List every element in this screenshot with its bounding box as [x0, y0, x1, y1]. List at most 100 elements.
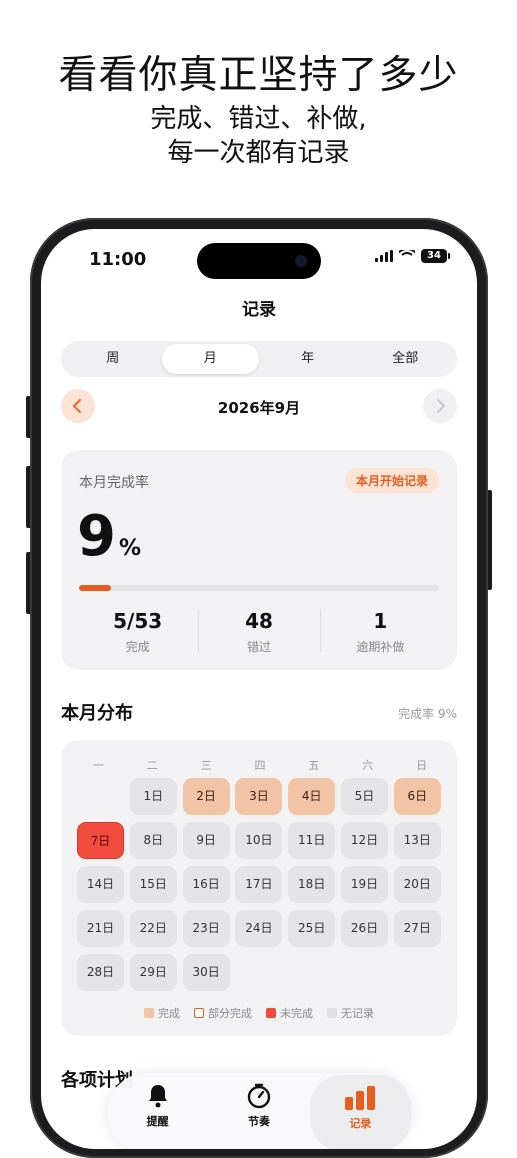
legend-swatch	[327, 1008, 337, 1018]
tab-label: 节奏	[247, 1115, 270, 1128]
legend-label: 无记录	[341, 1007, 374, 1020]
legend-item-none: 无记录	[327, 1005, 374, 1021]
stat-completed: 5/53 完成	[77, 608, 198, 656]
weekday-label: 六	[362, 759, 374, 772]
month-label: 2026年9月	[217, 399, 301, 417]
weekday-label: 三	[200, 759, 212, 772]
dynamic-island	[197, 243, 321, 279]
calendar-day[interactable]: 18日	[288, 866, 336, 903]
calendar-day[interactable]: 14日	[77, 866, 124, 903]
summary-label: 本月完成率	[79, 475, 149, 491]
legend-item-partial: 部分完成	[194, 1005, 252, 1021]
calendar-legend: 完成 部分完成 未完成 无记录	[61, 1005, 457, 1021]
month-navigator: 2026年9月	[61, 389, 457, 423]
status-icons: 34	[375, 249, 450, 263]
calendar-day[interactable]: 8日	[129, 822, 177, 859]
stat-missed: 48 错过	[198, 608, 319, 656]
stat-value: 48	[245, 609, 273, 633]
calendar-day[interactable]: 19日	[341, 866, 388, 903]
weekday-label: 一	[92, 759, 104, 772]
calendar-day[interactable]: 17日	[235, 866, 283, 903]
calendar-day[interactable]: 30日	[182, 954, 230, 991]
distribution-rate: 完成率 9%	[398, 707, 457, 721]
calendar-day[interactable]: 15日	[129, 866, 177, 903]
completion-progress-bar	[79, 585, 439, 591]
promo-headline: 看看你真正坚持了多少	[58, 53, 459, 98]
bell-icon	[148, 1085, 167, 1108]
calendar-day[interactable]: 24日	[235, 910, 283, 947]
promo-subtitle: 完成、错过、补做, 每一次都有记录	[0, 102, 517, 170]
tab-label: 提醒	[146, 1115, 169, 1128]
camera-icon	[295, 255, 307, 267]
legend-item-done: 完成	[144, 1005, 180, 1021]
stat-value: 1	[373, 609, 388, 633]
segment-all[interactable]: 全部	[357, 344, 455, 374]
stat-label: 完成	[125, 640, 150, 654]
calendar-day[interactable]: 2日	[182, 778, 230, 815]
calendar-day[interactable]: 16日	[182, 866, 230, 903]
period-segmented-control: 周 月 年 全部	[61, 341, 457, 377]
calendar-day[interactable]: 12日	[341, 822, 388, 859]
bar-chart-icon	[345, 1086, 376, 1110]
calendar-day[interactable]: 27日	[393, 910, 441, 947]
tab-label: 记录	[349, 1117, 372, 1130]
calendar-day[interactable]: 21日	[77, 910, 124, 947]
weekday-label: 四	[254, 759, 266, 772]
calendar-day[interactable]: 7日	[77, 822, 124, 859]
start-record-badge: 本月开始记录	[344, 468, 439, 493]
calendar-day[interactable]: 11日	[288, 822, 336, 859]
wifi-icon	[399, 250, 415, 262]
tab-records[interactable]: 记录	[309, 1075, 411, 1149]
legend-label: 未完成	[280, 1007, 313, 1020]
weekday-label: 日	[416, 759, 428, 772]
stat-label: 错过	[246, 640, 271, 654]
legend-swatch	[194, 1008, 204, 1018]
distribution-title: 本月分布	[61, 703, 133, 724]
segment-year[interactable]: 年	[259, 344, 357, 374]
calendar-day[interactable]: 23日	[182, 910, 230, 947]
calendar-day[interactable]: 6日	[393, 778, 441, 815]
tab-reminders[interactable]: 提醒	[107, 1073, 208, 1149]
weekday-label: 五	[308, 759, 320, 772]
status-time: 11:00	[89, 249, 147, 270]
legend-item-missed: 未完成	[266, 1005, 313, 1021]
summary-stats: 5/53 完成 48 错过 1 逾期补做	[77, 608, 441, 656]
completion-summary-card: 本月完成率 本月开始记录 9 % 5/53 完成 48 错过 1 逾期补做	[61, 450, 457, 670]
legend-label: 完成	[158, 1007, 180, 1020]
progress-fill	[79, 585, 112, 591]
promo-subtitle-line2: 每一次都有记录	[167, 138, 350, 168]
legend-label: 部分完成	[208, 1007, 252, 1020]
month-calendar: 一二三四五六日 完成 部分完成 未完成 无记录 1日 2日 3日 4日 5日 6日 7日 8日 9日 1…	[61, 740, 457, 1036]
signal-icon	[375, 250, 393, 262]
calendar-day[interactable]: 1日	[129, 778, 177, 815]
promo-subtitle-line1: 完成、错过、补做,	[150, 104, 367, 134]
completion-rate-unit: %	[119, 536, 142, 561]
calendar-day[interactable]: 10日	[235, 822, 283, 859]
calendar-day[interactable]: 20日	[393, 866, 441, 903]
calendar-day[interactable]: 26日	[341, 910, 388, 947]
legend-swatch	[144, 1008, 154, 1018]
tab-bar: 提醒 节奏 记录	[107, 1073, 411, 1149]
stat-late-makeup: 1 逾期补做	[319, 608, 441, 656]
calendar-day[interactable]: 5日	[341, 778, 388, 815]
legend-swatch	[266, 1008, 276, 1018]
segment-month[interactable]: 月	[161, 344, 259, 374]
calendar-day[interactable]: 13日	[393, 822, 441, 859]
timer-icon	[247, 1083, 271, 1109]
calendar-day[interactable]: 25日	[288, 910, 336, 947]
tab-rhythm[interactable]: 节奏	[208, 1073, 309, 1149]
calendar-day[interactable]: 3日	[235, 778, 283, 815]
phone-screen: 11:00 34 记录 周 月 年 全部 2026年9月 本月完成率 本月开始记…	[41, 229, 477, 1149]
stat-value: 5/53	[113, 609, 163, 633]
calendar-day[interactable]: 28日	[77, 954, 124, 991]
calendar-day[interactable]: 22日	[129, 910, 177, 947]
stat-label: 逾期补做	[356, 640, 405, 654]
weekday-label: 二	[146, 759, 158, 772]
segment-week[interactable]: 周	[64, 344, 162, 374]
calendar-day[interactable]: 9日	[182, 822, 230, 859]
weekday-header: 一二三四五六日	[75, 757, 445, 773]
calendar-day[interactable]: 29日	[129, 954, 177, 991]
next-month-button[interactable]	[423, 389, 457, 423]
calendar-day[interactable]: 4日	[288, 778, 336, 815]
chevron-right-icon	[437, 399, 445, 413]
